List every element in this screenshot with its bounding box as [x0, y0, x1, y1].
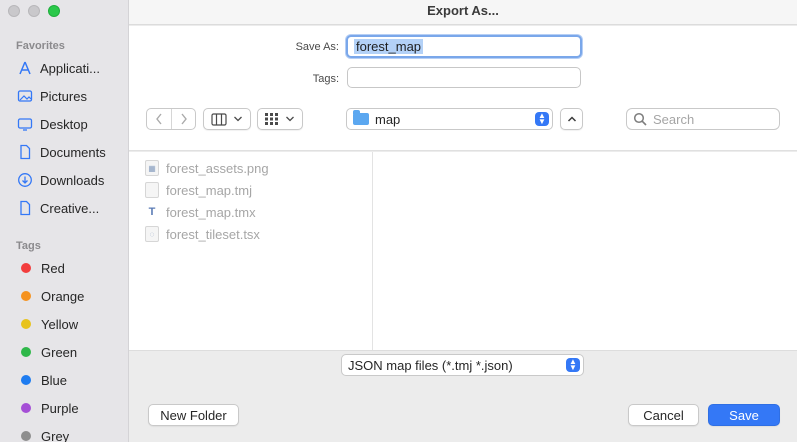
file-name: forest_assets.png — [166, 160, 269, 176]
sidebar-item-label: Desktop — [40, 116, 88, 132]
sidebar: Favorites Applicati... Pictures Desktop … — [0, 0, 129, 442]
sidebar-item-label: Red — [41, 260, 65, 276]
search-placeholder: Search — [653, 111, 695, 127]
chevron-down-icon — [286, 116, 294, 122]
format-label: JSON map files (*.tmj *.json) — [348, 357, 513, 373]
sidebar-item-documents[interactable]: Documents — [16, 141, 106, 163]
file-name: forest_map.tmj — [166, 182, 252, 198]
save-as-label: Save As: — [295, 41, 339, 53]
popup-arrows-icon: ▲ ▼ — [566, 358, 580, 372]
save-as-field[interactable]: forest_map — [346, 35, 582, 58]
yellow-tag-dot — [21, 319, 31, 329]
tsx-file-icon: ◌ — [145, 226, 159, 242]
blue-tag-dot — [21, 375, 31, 385]
sidebar-item-downloads[interactable]: Downloads — [16, 169, 104, 191]
green-tag-dot — [21, 347, 31, 357]
save-options-area: Save As: forest_map Tags: map ▲ ▼ Search — [129, 26, 797, 151]
cancel-button[interactable]: Cancel — [628, 404, 699, 426]
chevron-right-icon — [180, 113, 187, 125]
close-window-button[interactable] — [8, 5, 20, 17]
sidebar-tag-orange[interactable]: Orange — [16, 285, 84, 307]
popup-arrows-icon: ▲ ▼ — [535, 112, 549, 126]
chevron-left-icon — [156, 113, 162, 125]
sidebar-item-pictures[interactable]: Pictures — [16, 85, 87, 107]
list-item[interactable]: ▦ forest_assets.png — [145, 158, 269, 178]
image-file-icon: ▦ — [145, 160, 159, 176]
sidebar-item-label: Downloads — [40, 172, 105, 188]
desktop-icon — [16, 116, 34, 132]
folder-icon — [353, 110, 369, 125]
sidebar-item-label: Creative... — [40, 200, 100, 216]
sidebar-item-label: Pictures — [40, 88, 87, 104]
sidebar-item-desktop[interactable]: Desktop — [16, 113, 88, 135]
tags-heading: Tags — [16, 240, 41, 252]
save-button[interactable]: Save — [708, 404, 780, 426]
save-as-value: forest_map — [354, 39, 424, 54]
sidebar-item-label: Purple — [41, 400, 79, 416]
document-icon — [16, 144, 34, 160]
window-controls — [8, 5, 60, 17]
sidebar-item-label: Yellow — [41, 316, 79, 332]
sidebar-item-applications[interactable]: Applicati... — [16, 57, 100, 79]
back-button[interactable] — [147, 109, 171, 129]
sidebar-tag-yellow[interactable]: Yellow — [16, 313, 78, 335]
file-icon — [145, 182, 159, 198]
tags-label: Tags: — [312, 73, 339, 85]
minimize-window-button[interactable] — [28, 5, 40, 17]
sidebar-item-creative[interactable]: Creative... — [16, 197, 99, 219]
sidebar-item-label: Orange — [41, 288, 85, 304]
downloads-icon — [16, 172, 34, 188]
red-tag-dot — [21, 263, 31, 273]
applications-icon — [16, 60, 34, 76]
file-column: ▦ forest_assets.png forest_map.tmj T for… — [129, 152, 373, 350]
forward-button[interactable] — [171, 109, 195, 129]
purple-tag-dot — [21, 403, 31, 413]
sidebar-tag-green[interactable]: Green — [16, 341, 77, 363]
window-title: Export As... — [129, 0, 797, 25]
document-icon — [16, 200, 34, 216]
zoom-window-button[interactable] — [48, 5, 60, 17]
grid-view-icon — [265, 113, 278, 125]
sidebar-item-label: Green — [41, 344, 78, 360]
search-icon — [633, 112, 647, 126]
main-panel: Export As... Save As: forest_map Tags: m… — [129, 0, 797, 442]
list-item[interactable]: ◌ forest_tileset.tsx — [145, 224, 260, 244]
format-popup[interactable]: JSON map files (*.tmj *.json) ▲ ▼ — [341, 354, 584, 376]
list-item[interactable]: T forest_map.tmx — [145, 202, 256, 222]
view-columns-button[interactable] — [203, 108, 251, 130]
collapse-button[interactable] — [560, 108, 583, 130]
location-popup[interactable]: map ▲ ▼ — [346, 108, 553, 130]
new-folder-button[interactable]: New Folder — [148, 404, 239, 426]
chevron-down-icon — [234, 116, 242, 122]
view-icons-button[interactable] — [257, 108, 303, 130]
nav-back-forward — [146, 108, 196, 130]
tmx-file-icon: T — [148, 206, 156, 218]
sidebar-item-label: Grey — [41, 428, 70, 442]
list-item[interactable]: forest_map.tmj — [145, 180, 252, 200]
bottom-bar: JSON map files (*.tmj *.json) ▲ ▼ New Fol… — [129, 350, 797, 442]
columns-view-icon — [211, 112, 227, 126]
sidebar-item-label: Applicati... — [40, 60, 100, 76]
file-browser: ▦ forest_assets.png forest_map.tmj T for… — [129, 152, 797, 350]
location-label: map — [375, 111, 401, 127]
chevron-up-icon — [567, 116, 576, 122]
sidebar-tag-red[interactable]: Red — [16, 257, 65, 279]
grey-tag-dot — [21, 431, 31, 441]
file-name: forest_map.tmx — [166, 204, 256, 220]
file-name: forest_tileset.tsx — [166, 226, 260, 242]
search-field[interactable]: Search — [626, 108, 780, 130]
sidebar-tag-purple[interactable]: Purple — [16, 397, 79, 419]
sidebar-item-label: Documents — [40, 144, 106, 160]
pictures-icon — [16, 88, 34, 104]
sidebar-tag-grey[interactable]: Grey — [16, 425, 69, 442]
sidebar-tag-blue[interactable]: Blue — [16, 369, 67, 391]
tags-field[interactable] — [347, 67, 581, 88]
favorites-heading: Favorites — [16, 40, 65, 52]
sidebar-item-label: Blue — [41, 372, 68, 388]
orange-tag-dot — [21, 291, 31, 301]
